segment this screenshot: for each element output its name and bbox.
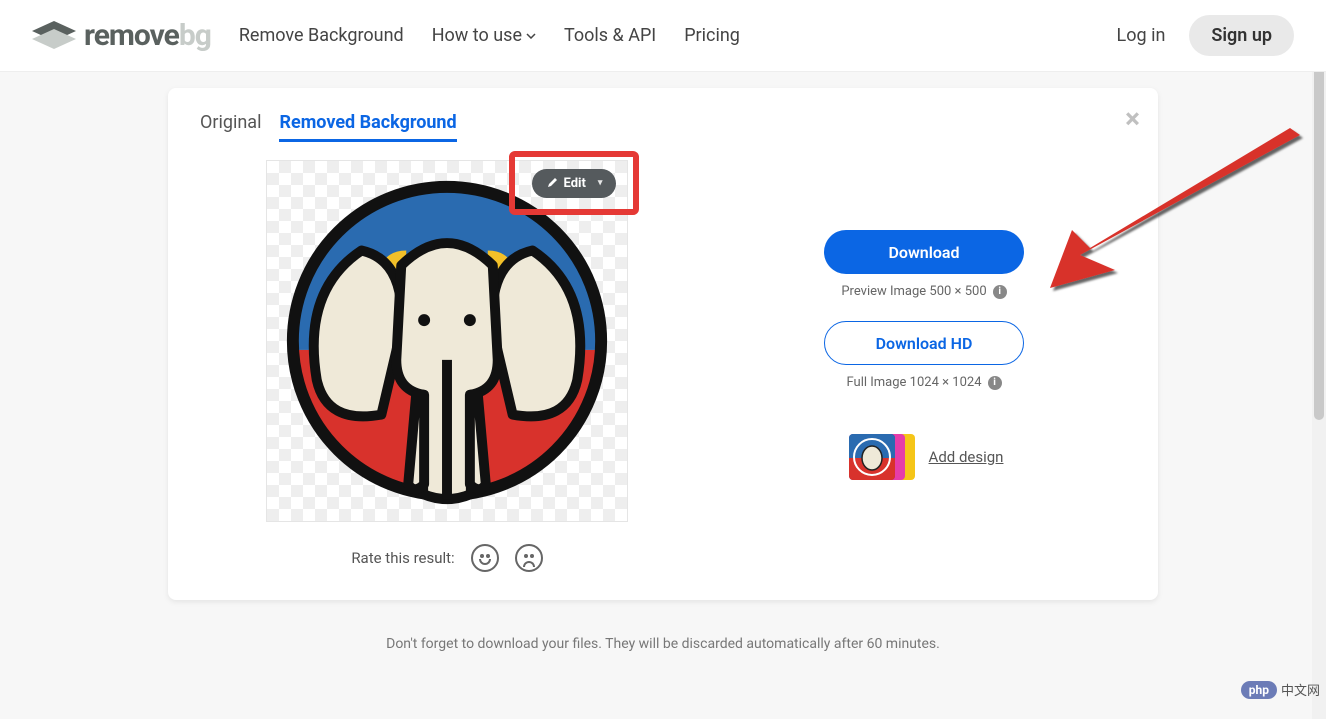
scrollbar-track[interactable]: [1312, 0, 1326, 719]
chevron-down-icon: ▾: [598, 178, 603, 188]
preview-size-label: Preview Image 500 × 500 i: [841, 284, 1006, 299]
preview-column: Edit ▾ Rate this result:: [200, 160, 694, 572]
signup-button[interactable]: Sign up: [1189, 15, 1294, 56]
nav-tools-api[interactable]: Tools & API: [564, 25, 656, 46]
tab-removed-background[interactable]: Removed Background: [279, 112, 456, 142]
actions-column: Download Preview Image 500 × 500 i Downl…: [774, 160, 1074, 572]
full-size-label: Full Image 1024 × 1024 i: [846, 375, 1001, 390]
nav: Remove Background How to use Tools & API…: [239, 25, 740, 46]
elephant-logo-image: [267, 161, 627, 521]
rate-good-button[interactable]: [471, 544, 499, 572]
download-hd-button[interactable]: Download HD: [824, 321, 1024, 365]
result-card: × Original Removed Background: [168, 88, 1158, 600]
info-icon[interactable]: i: [988, 376, 1002, 390]
pencil-icon: [546, 177, 558, 189]
add-design-link[interactable]: Add design: [929, 448, 1004, 466]
logo-text: removebg: [84, 18, 211, 53]
add-design-button[interactable]: Add design: [845, 434, 1004, 480]
download-button[interactable]: Download: [824, 230, 1024, 274]
logo[interactable]: removebg: [32, 18, 211, 53]
nav-remove-background[interactable]: Remove Background: [239, 25, 404, 46]
header: removebg Remove Background How to use To…: [0, 0, 1326, 72]
discard-note: Don't forget to download your files. The…: [0, 636, 1326, 652]
result-image: Edit ▾: [266, 160, 628, 522]
login-link[interactable]: Log in: [1117, 25, 1166, 46]
rate-row: Rate this result:: [200, 544, 694, 572]
tab-original[interactable]: Original: [200, 112, 261, 142]
chevron-down-icon: [526, 33, 536, 39]
edit-button[interactable]: Edit ▾: [532, 169, 617, 198]
rate-bad-button[interactable]: [515, 544, 543, 572]
nav-how-to-use[interactable]: How to use: [432, 25, 536, 46]
php-badge: php: [1241, 681, 1277, 699]
rate-label: Rate this result:: [351, 549, 454, 567]
logo-icon: [32, 21, 76, 51]
design-thumbnails: [845, 434, 915, 480]
watermark: php 中文网: [1241, 680, 1320, 699]
tabs: Original Removed Background: [200, 112, 1126, 142]
info-icon[interactable]: i: [993, 285, 1007, 299]
nav-pricing[interactable]: Pricing: [684, 25, 740, 46]
close-button[interactable]: ×: [1125, 102, 1140, 135]
